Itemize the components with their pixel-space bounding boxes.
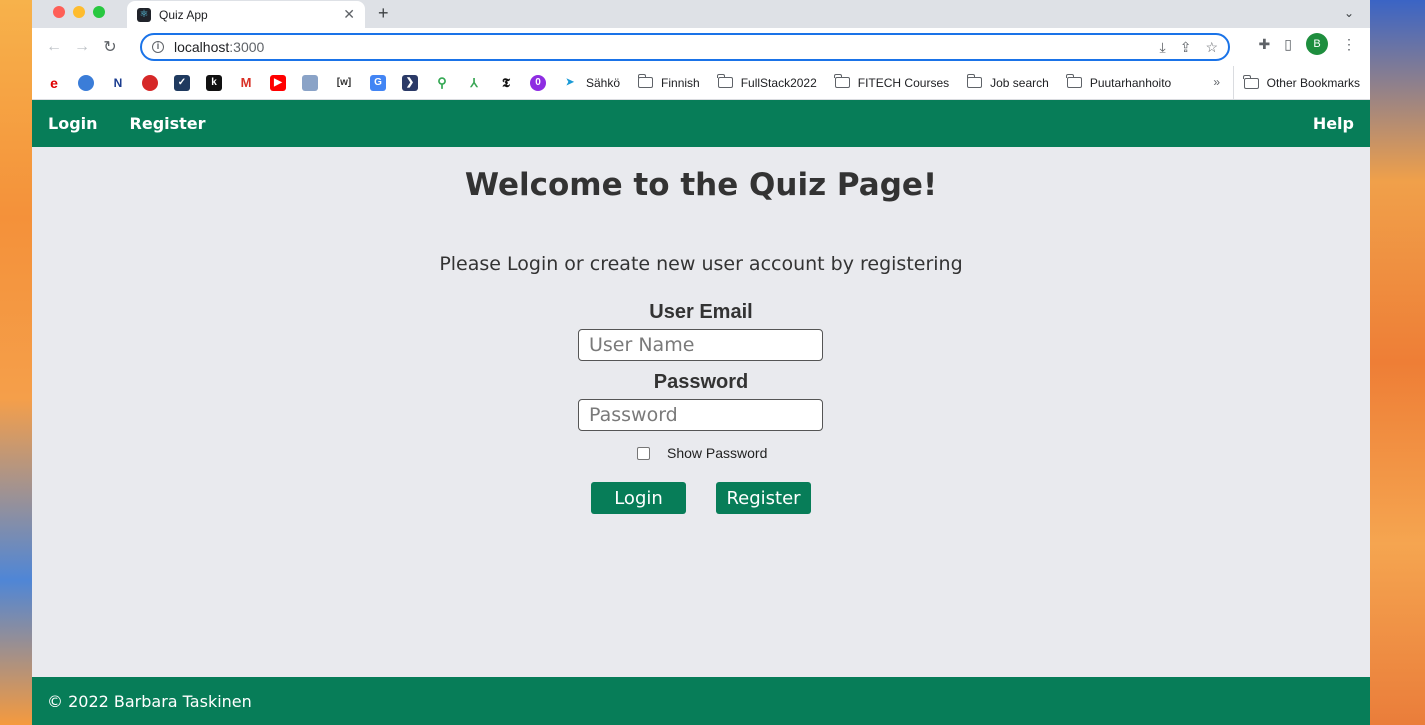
browser-toolbar: ← → ↻ i localhost:3000 ⤓ ⇪ ☆ ✚ ▯ B ⋮: [32, 28, 1370, 66]
share-icon[interactable]: ⇪: [1180, 39, 1192, 56]
main-content: Welcome to the Quiz Page! Please Login o…: [32, 147, 1370, 677]
desktop-wallpaper-right: [1370, 0, 1425, 725]
folder-icon: [1066, 74, 1082, 88]
bookmark-label: Finnish: [661, 75, 700, 90]
other-bookmarks-label: Other Bookmarks: [1266, 76, 1360, 90]
bookmark-globe-icon[interactable]: [78, 74, 94, 91]
more-bookmarks-button[interactable]: »: [1213, 75, 1220, 89]
bookmark-folder-finnish[interactable]: Finnish: [637, 74, 700, 90]
email-label: User Email: [649, 301, 753, 323]
show-password-toggle[interactable]: Show Password: [637, 445, 767, 461]
minimize-window-button[interactable]: [73, 6, 85, 18]
close-tab-icon[interactable]: ✕: [343, 6, 355, 23]
folder-icon: [834, 74, 850, 88]
maximize-window-button[interactable]: [93, 6, 105, 18]
folder-icon: [1243, 74, 1259, 89]
bookmark-k-icon[interactable]: k: [206, 74, 222, 91]
bookmark-folder-fitech[interactable]: FITECH Courses: [834, 74, 950, 90]
folder-icon: [637, 74, 654, 88]
tab-title: Quiz App: [159, 7, 208, 22]
url-port: :3000: [229, 39, 265, 55]
react-icon: ⚛: [137, 7, 151, 22]
reload-icon[interactable]: ↻: [96, 33, 124, 61]
folder-icon: [717, 74, 733, 88]
bookmark-red-icon[interactable]: [142, 74, 158, 91]
install-icon[interactable]: ⤓: [1160, 39, 1166, 56]
window-controls: [53, 6, 105, 18]
url-text[interactable]: localhost:3000: [174, 39, 1160, 55]
folder-icon: [966, 74, 983, 88]
bookmark-purple-icon[interactable]: 0: [530, 74, 546, 91]
forward-icon[interactable]: →: [68, 33, 96, 61]
login-button[interactable]: Login: [591, 482, 686, 514]
bookmark-label: Puutarhanhoito: [1089, 75, 1172, 90]
bird-icon: ➤: [565, 77, 575, 88]
bookmark-label: Job search: [990, 75, 1049, 90]
address-bar[interactable]: i localhost:3000 ⤓ ⇪ ☆: [140, 33, 1230, 61]
info-icon[interactable]: i: [152, 41, 164, 53]
show-password-label: Show Password: [667, 445, 768, 461]
back-icon[interactable]: ←: [40, 33, 68, 61]
bookmark-arrow-icon[interactable]: ❯: [402, 74, 418, 91]
bookmark-folder-puutarhanhoito[interactable]: Puutarhanhoito: [1066, 74, 1172, 90]
page-title: Welcome to the Quiz Page!: [464, 167, 938, 203]
chevron-down-icon[interactable]: ⌄: [1344, 6, 1354, 20]
youtube-icon[interactable]: ▶: [270, 74, 286, 91]
bookmark-label: FullStack2022: [740, 75, 817, 90]
bookmark-star-icon[interactable]: ☆: [1205, 39, 1218, 56]
bookmark-leaf-icon[interactable]: ⅄: [466, 75, 482, 91]
nav-register-link[interactable]: Register: [130, 114, 206, 133]
bookmark-check-icon[interactable]: ✓: [174, 74, 190, 91]
password-field[interactable]: [578, 399, 823, 431]
browser-window: ⚛ Quiz App ✕ + ⌄ ← → ↻ i localhost:3000 …: [32, 0, 1370, 725]
footer-copyright: © 2022 Barbara Taskinen: [47, 691, 252, 711]
bookmark-e-icon[interactable]: e: [46, 75, 62, 91]
new-tab-icon[interactable]: +: [378, 3, 389, 24]
bookmark-w-icon[interactable]: [w]: [334, 75, 354, 91]
desktop-wallpaper-left: [0, 0, 32, 725]
gmail-icon[interactable]: M: [238, 75, 254, 91]
app-navbar: Login Register Help: [32, 100, 1370, 147]
bookmark-folder-job-search[interactable]: Job search: [966, 74, 1049, 90]
other-bookmarks[interactable]: Other Bookmarks: [1232, 66, 1360, 100]
extensions-icon[interactable]: ✚: [1259, 36, 1271, 53]
menu-icon[interactable]: ⋮: [1342, 36, 1356, 53]
bookmark-image-icon[interactable]: [302, 74, 318, 91]
url-host: localhost: [174, 39, 230, 55]
nav-login-link[interactable]: Login: [48, 114, 98, 133]
google-maps-icon[interactable]: ⚲: [434, 75, 450, 91]
nyt-icon[interactable]: 𝕿: [498, 75, 514, 91]
bookmark-label: Sähkö: [586, 75, 621, 90]
close-window-button[interactable]: [53, 6, 65, 18]
email-field[interactable]: [578, 329, 823, 361]
bookmark-n-icon[interactable]: N: [110, 75, 126, 91]
page-subtitle: Please Login or create new user account …: [439, 253, 963, 275]
google-translate-icon[interactable]: G: [370, 74, 386, 91]
browser-tab[interactable]: ⚛ Quiz App ✕: [127, 1, 365, 28]
bookmark-sahko[interactable]: ➤ Sähkö: [562, 75, 620, 91]
side-panel-icon[interactable]: ▯: [1284, 36, 1292, 53]
bookmarks-bar: e N ✓ k M ▶ [w] G ❯ ⚲ ⅄ 𝕿 0 ➤ Sähkö Finn…: [32, 66, 1370, 100]
nav-help-link[interactable]: Help: [1313, 114, 1354, 133]
profile-avatar[interactable]: B: [1306, 33, 1328, 55]
show-password-checkbox[interactable]: [637, 446, 650, 460]
bookmark-folder-fullstack[interactable]: FullStack2022: [717, 74, 817, 90]
page-footer: © 2022 Barbara Taskinen: [32, 677, 1370, 725]
tab-strip: ⚛ Quiz App ✕ + ⌄: [32, 0, 1370, 28]
register-button[interactable]: Register: [716, 482, 811, 514]
password-label: Password: [653, 371, 749, 393]
bookmark-label: FITECH Courses: [857, 75, 950, 90]
